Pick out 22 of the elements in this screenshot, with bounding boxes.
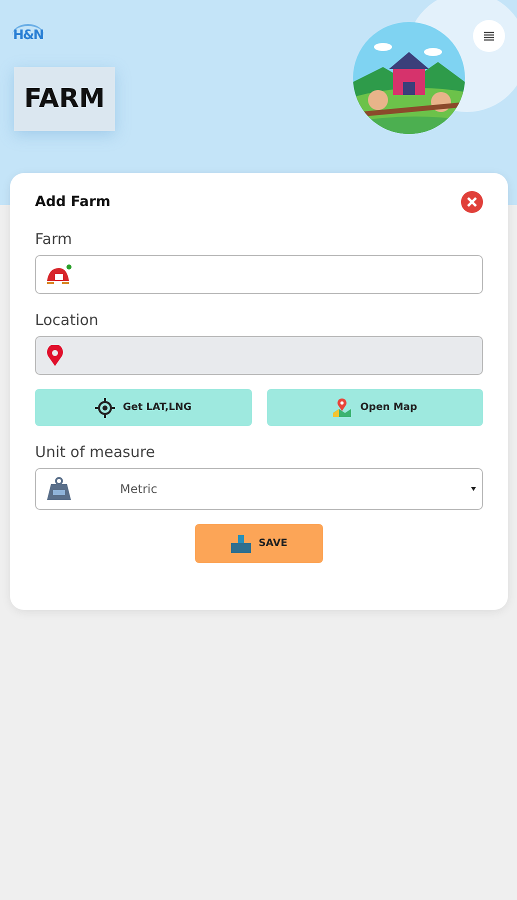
caret-icon xyxy=(471,487,476,491)
location-pin-icon xyxy=(46,344,64,366)
logo: H&N xyxy=(12,24,44,47)
close-button[interactable] xyxy=(461,191,483,213)
field-label: Unit of measure xyxy=(35,443,156,461)
target-icon xyxy=(94,398,115,418)
field-label: Farm xyxy=(35,230,73,248)
close-icon xyxy=(461,191,483,213)
open-map-button[interactable]: Open Map xyxy=(266,389,483,426)
map-pin-icon xyxy=(332,398,352,418)
unit-dropdown[interactable]: Metric xyxy=(35,468,483,510)
barn-icon xyxy=(46,264,72,286)
menu-icon xyxy=(484,31,494,41)
input-field[interactable] xyxy=(35,255,483,294)
dialog-title: Add Farm xyxy=(35,194,110,210)
field-label: Location xyxy=(35,311,100,329)
weight-icon xyxy=(46,477,72,501)
dropdown-value: Metric xyxy=(120,482,158,496)
save-button[interactable]: SAVE xyxy=(195,524,323,563)
upload-icon xyxy=(230,534,251,552)
get-location-button[interactable]: Get LAT,LNG xyxy=(35,389,252,426)
page-title: FARM xyxy=(14,67,115,131)
